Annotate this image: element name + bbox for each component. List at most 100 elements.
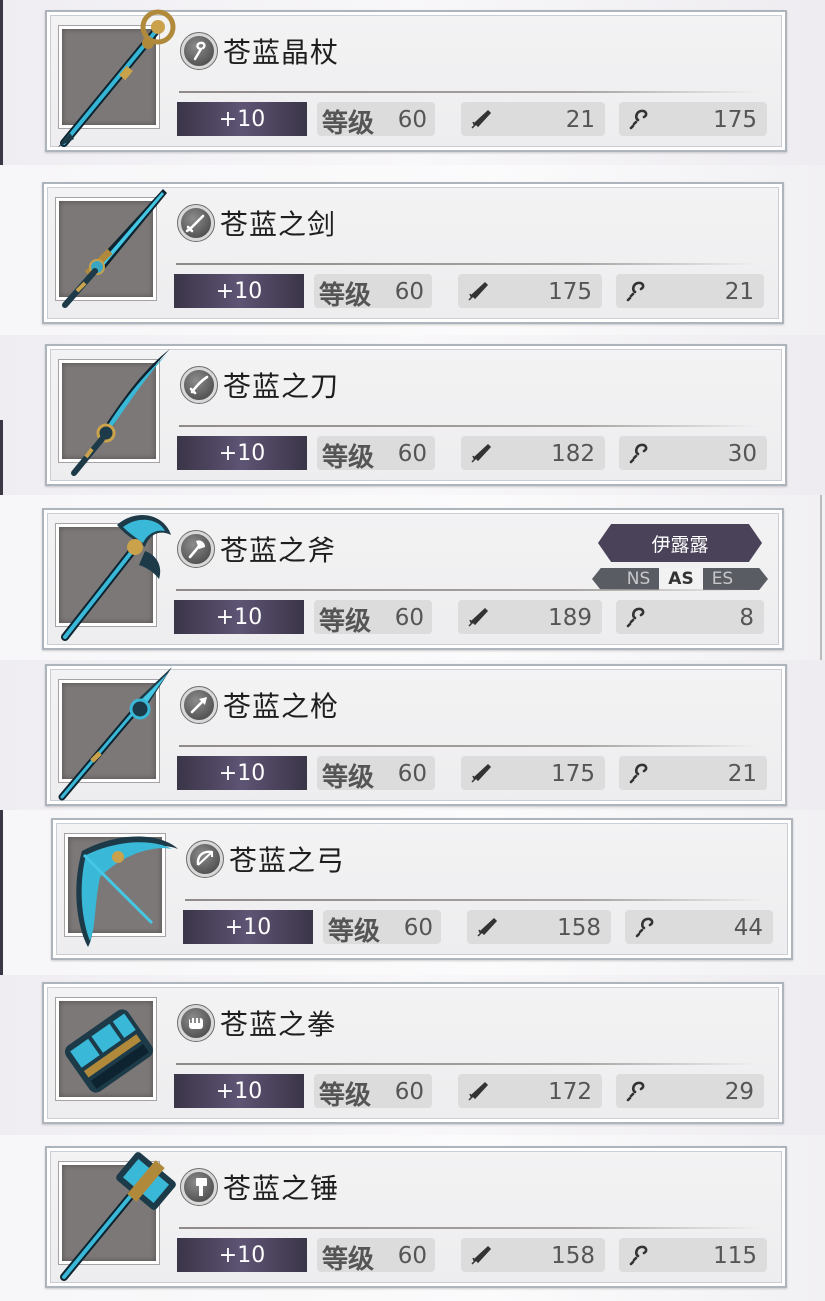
attack-value: 158: [551, 1243, 595, 1269]
weapon-title-row: 苍蓝之弓: [186, 838, 346, 880]
attack-sword-icon: [468, 607, 489, 627]
weapon-card[interactable]: 苍蓝晶杖 +10 等级 60 21 175: [45, 9, 787, 152]
magic-pill: 21: [619, 756, 767, 790]
attack-value: 175: [548, 279, 592, 305]
divider: [176, 263, 756, 265]
equipped-character-badge: 伊露露 NS AS ES: [592, 524, 768, 590]
level-value: 60: [394, 279, 424, 305]
level-pill: 等级 60: [317, 436, 435, 473]
magic-staff-icon: [629, 109, 648, 130]
weapon-name: 苍蓝之锤: [223, 1172, 340, 1205]
level-pill: 等级 60: [314, 1074, 432, 1111]
level-pill: 等级 60: [317, 102, 435, 139]
level-pill: 等级 60: [323, 910, 441, 947]
attack-value: 158: [557, 915, 601, 941]
attack-sword-icon: [471, 109, 492, 129]
fist-icon: [177, 1004, 215, 1042]
magic-value: 115: [713, 1243, 757, 1269]
sword-icon: [177, 204, 215, 242]
tag-ns: NS: [626, 569, 651, 589]
level-pill: 等级 60: [314, 274, 432, 311]
divider: [179, 425, 759, 427]
magic-staff-icon: [626, 281, 645, 302]
level-label: 等级: [328, 917, 381, 947]
attack-sword-icon: [471, 1245, 492, 1265]
level-value: 60: [403, 915, 433, 941]
attack-pill: 189: [458, 600, 602, 634]
divider: [176, 589, 756, 591]
weapon-title-row: 苍蓝之拳: [177, 1002, 336, 1044]
weapon-thumbnail: [55, 189, 167, 308]
weapon-card[interactable]: 苍蓝之锤 +10 等级 60 158 115: [45, 1146, 787, 1288]
magic-staff-icon: [626, 607, 645, 628]
divider: [179, 1227, 759, 1229]
weapon-title-row: 苍蓝之斧: [177, 528, 336, 570]
weapon-card[interactable]: 苍蓝之拳 +10 等级 60 172 29: [42, 982, 784, 1124]
weapon-thumbnail: [64, 833, 178, 947]
weapon-name: 苍蓝之枪: [223, 690, 340, 723]
refine-level-badge: +10: [174, 274, 304, 308]
weapon-name: 苍蓝之剑: [220, 208, 337, 241]
magic-value: 8: [739, 605, 754, 631]
gauntlet-weapon-icon: [64, 1009, 154, 1093]
level-label: 等级: [322, 443, 375, 473]
refine-level-badge: +10: [177, 102, 307, 136]
tag-as: AS: [659, 568, 703, 590]
attack-sword-icon: [468, 1081, 489, 1101]
weapon-card[interactable]: 苍蓝之弓 +10 等级 60 158 44: [51, 818, 793, 960]
magic-staff-icon: [629, 443, 648, 464]
level-value: 60: [397, 1243, 427, 1269]
refine-level-badge: +10: [183, 910, 313, 944]
magic-pill: 115: [619, 1238, 767, 1272]
weapon-thumbnail: [55, 514, 171, 641]
hammer-icon: [180, 1168, 218, 1206]
weapon-card[interactable]: 苍蓝之剑 +10 等级 60 175 21: [42, 182, 784, 324]
weapon-title-row: 苍蓝之锤: [180, 1166, 340, 1208]
level-pill: 等级 60: [317, 756, 435, 793]
refine-level-badge: +10: [174, 1074, 304, 1108]
magic-pill: 44: [625, 910, 773, 944]
attack-sword-icon: [471, 443, 492, 463]
staff-icon: [180, 32, 218, 70]
magic-pill: 175: [619, 102, 767, 136]
divider: [176, 1063, 756, 1065]
katana-icon: [180, 366, 218, 404]
weapon-card[interactable]: 苍蓝之刀 +10 等级 60 182 30: [45, 344, 787, 486]
weapon-name: 苍蓝之弓: [229, 844, 346, 877]
weapon-title-row: 苍蓝之刀: [180, 364, 340, 406]
bow-icon: [186, 840, 224, 878]
axe-icon: [177, 530, 215, 568]
bow-weapon-icon: [76, 836, 178, 947]
magic-value: 21: [724, 279, 754, 305]
axe-weapon-icon: [61, 514, 171, 641]
attack-value: 175: [551, 761, 595, 787]
hammer-weapon-icon: [60, 1152, 176, 1281]
attack-pill: 21: [461, 102, 605, 136]
refine-level-badge: +10: [177, 436, 307, 470]
weapon-name: 苍蓝晶杖: [223, 36, 340, 69]
attack-sword-icon: [477, 917, 498, 937]
character-name: 伊露露: [598, 524, 762, 562]
tag-es: ES: [711, 569, 734, 589]
level-label: 等级: [322, 109, 375, 139]
magic-value: 21: [727, 761, 757, 787]
edge-line: [820, 495, 822, 660]
refine-level-badge: +10: [177, 756, 307, 790]
level-value: 60: [394, 605, 424, 631]
weapon-name: 苍蓝之刀: [223, 370, 340, 403]
weapon-card[interactable]: 苍蓝之斧 伊露露 NS AS ES +10 等级 60 189 8: [42, 508, 784, 650]
spear-weapon-icon: [58, 667, 172, 801]
level-value: 60: [397, 107, 427, 133]
divider: [179, 745, 759, 747]
magic-pill: 8: [616, 600, 764, 634]
weapon-card[interactable]: 苍蓝之枪 +10 等级 60 175 21: [45, 664, 787, 806]
magic-value: 30: [727, 441, 757, 467]
edge-line: [0, 0, 3, 165]
attack-value: 172: [548, 1079, 592, 1105]
sword-weapon-icon: [62, 189, 167, 308]
edge-line: [0, 810, 3, 975]
weapon-thumbnail: [58, 1152, 176, 1281]
attack-pill: 172: [458, 1074, 602, 1108]
divider: [185, 899, 765, 901]
magic-value: 175: [713, 107, 757, 133]
